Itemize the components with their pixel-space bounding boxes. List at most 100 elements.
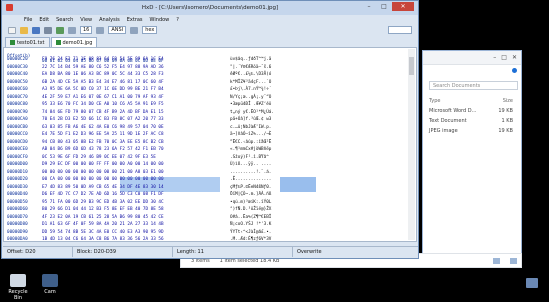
- row-hex-bytes[interactable]: 74 84 6E FD 79 80 07 CB 4F B9 2A 4D BF D…: [42, 110, 164, 115]
- row-hex-bytes[interactable]: 00 CA 00 00 00 00 00 00 00 00 00 00 00 0…: [42, 177, 164, 182]
- row-hex-bytes[interactable]: D9 29 EC DF 00 00 00 FF FF 00 00 A0 00 1…: [42, 162, 164, 167]
- row-hex-bytes[interactable]: 4F 23 E2 0A 19 CB 61 25 28 5A B6 99 80 4…: [42, 215, 164, 220]
- maximize-icon[interactable]: □: [501, 54, 507, 61]
- row-hex-bytes[interactable]: 00 00 00 00 00 00 00 00 00 00 21 00 A8 0…: [42, 170, 164, 175]
- row-hex-bytes[interactable]: 0C 53 9E 6F FD 29 46 B9 0C EE 07 42 9F E…: [42, 155, 156, 160]
- explorer-titlebar: – □ ✕: [423, 51, 521, 65]
- row-text[interactable]: t„ný y€.ËO¹*M¿Úá.: [230, 110, 274, 115]
- offset-base-select[interactable]: hex: [142, 26, 158, 34]
- row-hex-bytes[interactable]: 63 03 85 FB A6 4E 62 4A E0 C6 98 49 57 0…: [42, 125, 164, 130]
- row-text[interactable]: Ñ¡coO.YŠJ !*'3.K: [230, 222, 271, 227]
- vertical-scrollbar[interactable]: [408, 49, 415, 240]
- row-hex-bytes[interactable]: 95 71 FA 00 6D 29 B3 9C ED 4B 3A 02 EE D…: [42, 200, 164, 205]
- row-hex-bytes[interactable]: E4 7E 5D F1 E2 D3 96 EE 5A 25 11 9D 1E 2…: [42, 132, 164, 137]
- row-text[interactable]: ”Ë€C.‹âûp.:îåŒ²Ë: [230, 140, 271, 145]
- row-text[interactable]: °)fÑ.D.³õŽïë@}ŽX: [230, 207, 271, 212]
- menu-help[interactable]: ?: [176, 17, 179, 23]
- row-hex-bytes[interactable]: D1 A1 63 6F 4F 0F 59 8A 4A 20 21 2A 27 3…: [42, 222, 164, 227]
- search-documents-input[interactable]: Search Documents: [429, 81, 518, 90]
- details-view-icon[interactable]: [493, 257, 500, 264]
- row-hex-bytes[interactable]: 1B 4D 13 04 C6 64 3A C8 B6 7A 83 36 56 2…: [42, 237, 164, 241]
- charset-select[interactable]: ANSI: [108, 26, 127, 34]
- menu-window[interactable]: Window: [150, 17, 170, 23]
- menu-view[interactable]: View: [80, 17, 92, 23]
- row-hex-bytes[interactable]: 4E 2F 59 E7 A1 E6 07 0E 67 C1 A1 00 79 A…: [42, 95, 164, 100]
- row-text[interactable]: Ù)ìß...ÿÿ.. ....: [230, 162, 271, 167]
- disk-icon[interactable]: [44, 26, 52, 34]
- menu-analysis[interactable]: Analysis: [99, 17, 120, 23]
- row-text[interactable]: .Ê..............: [230, 177, 271, 182]
- row-hex-bytes[interactable]: F9 76 24 E2 71 1E 08 83 64 F0 54 5E 99 6…: [42, 57, 164, 62]
- row-text[interactable]: ä~]ñâÓ–îZ%.../¬È: [230, 132, 271, 137]
- tab-testo01[interactable]: testo01.txt: [5, 37, 50, 47]
- tab-label: demo01.jpg: [62, 39, 93, 46]
- explorer-window[interactable]: – □ ✕ Search Documents Type Size Microso…: [422, 50, 522, 268]
- row-text[interactable]: êØº€..£¼‰.\D3Å(ó: [230, 72, 271, 77]
- hex-editor[interactable]: Offset(h) 00 01 02 03 04 05 06 07 08 09 …: [3, 47, 417, 242]
- column-size[interactable]: Size: [503, 98, 513, 104]
- tiles-view-icon[interactable]: [510, 257, 517, 264]
- row-text[interactable]: •3æpü4ÐÎ .Æ¥Z‘éõ: [230, 102, 271, 107]
- row-text[interactable]: .M..Æd:È¶zƒ6V*3V: [230, 237, 271, 241]
- desktop-icon-recycle-bin[interactable]: Recycle Bin: [4, 274, 32, 301]
- bytes-per-row-select[interactable]: 16: [80, 26, 93, 34]
- close-button[interactable]: ✕: [392, 2, 414, 11]
- row-hex-bytes[interactable]: 94 CB 80 43 05 8B E2 FB 70 0C 3A EE E5 8…: [42, 140, 164, 145]
- row-hex-bytes[interactable]: EA D8 BA 80 1E 06 A3 BC 89 0C 5C 44 33 C…: [42, 72, 164, 77]
- menu-extras[interactable]: Extras: [127, 17, 143, 23]
- row-hex-bytes[interactable]: A3 95 DE 6A 5C 0D C0 37 1C 6E DD 99 BE 2…: [42, 87, 164, 92]
- save-icon[interactable]: [32, 26, 40, 34]
- row-offset: 00000D80: [7, 222, 28, 227]
- row-hex-bytes[interactable]: 6B 2A 4D CE 5A A5 B3 E4 34 E7 46 81 17 0…: [42, 80, 164, 85]
- row-hex-bytes[interactable]: DD 59 54 74 8B 5E 3C 4A E0 CC 40 E3 A3 9…: [42, 230, 164, 235]
- column-type[interactable]: Type: [429, 98, 440, 104]
- help-icon[interactable]: [512, 67, 517, 73]
- row-offset: 00000C70: [7, 94, 28, 100]
- file-row[interactable]: JPEG image 19 KB: [423, 124, 521, 134]
- row-text[interactable]: O#â..Ëa%(Z¶™€EBÎ: [230, 215, 271, 220]
- row-text[interactable]: N/Yç¡æ..gÁ¡.y¯“O: [230, 95, 271, 100]
- tab-demo01[interactable]: demo01.jpg: [50, 37, 98, 47]
- minimize-button[interactable]: –: [362, 2, 376, 11]
- row-text[interactable]: •qú.m)³œíK:.îÝ0L: [230, 200, 271, 205]
- row-hex-bytes[interactable]: 22 7C 14 B4 59 AE 80 C6 52 F5 E4 97 88 9…: [42, 65, 164, 70]
- row-text[interactable]: c.…û¦NbJàÆ˜IW.p.: [230, 125, 271, 130]
- row-text[interactable]: ÝYTt‹^<JàÌ@ã£.•.: [230, 230, 271, 235]
- menu-search[interactable]: Search: [56, 17, 73, 23]
- row-hex-bytes[interactable]: AB 04 B6 B9 6D 6D 43 78 23 6A F2 57 42 F…: [42, 147, 164, 152]
- desktop-icon-cam[interactable]: Cam: [36, 274, 64, 295]
- row-text[interactable]: k*MÎZ¥³ä4çF...`O: [230, 80, 271, 85]
- open-folder-icon[interactable]: [20, 26, 28, 34]
- row-offset: 00000CD0: [7, 139, 28, 145]
- maximize-button[interactable]: □: [377, 2, 391, 11]
- row-text[interactable]: pä+Óâ]f.³ûŒ.¢ w3: [230, 117, 271, 122]
- new-file-icon[interactable]: [8, 26, 16, 34]
- menu-edit[interactable]: Edit: [39, 17, 49, 23]
- hxd-window[interactable]: HxD - [C:\Users\Isomero\Documents\demo01…: [1, 0, 419, 259]
- row-hex-bytes[interactable]: E7 4D 83 89 50 0D A9 CB 65 4E 34 DF 4E 8…: [42, 185, 164, 190]
- row-text[interactable]: «.¶¹mmCx#jòWBñëp: [230, 147, 271, 152]
- row-offset: 00000C80: [7, 102, 28, 107]
- file-row[interactable]: Microsoft Word D... 19 KB: [423, 104, 521, 114]
- row-text[interactable]: "|.´Y®€ÆRõä—ˆš.6: [230, 65, 271, 70]
- close-icon[interactable]: ✕: [512, 54, 517, 61]
- taskbar-app-icon[interactable]: [526, 278, 538, 288]
- row-hex-bytes[interactable]: 70 E4 2B D3 E2 5D 66 1C B3 FB 8C 07 A2 2…: [42, 117, 164, 122]
- file-row[interactable]: Text Document 1 KB: [423, 114, 521, 124]
- ram-icon[interactable]: [56, 26, 64, 34]
- row-offset: 00000D20: [7, 177, 28, 182]
- menu-file[interactable]: File: [24, 17, 32, 23]
- row-text[interactable]: çMƒ‰P.©ËeN4ßNƒ0.: [230, 185, 271, 190]
- row-hex-bytes[interactable]: B0 29 66 D1 04 44 12 B3 F5 8E EF EB 40 7…: [42, 207, 164, 212]
- tab-strip: testo01.txt demo01.jpg: [2, 36, 418, 47]
- language-select[interactable]: [388, 26, 412, 34]
- row-hex-bytes[interactable]: D6 EF 4D 7C C7 D2 7E AD 6D 16 5D C3 C0 0…: [42, 192, 164, 197]
- row-text[interactable]: £•Þj\.À7.nÝ™¾!÷´: [230, 87, 271, 92]
- minimize-icon[interactable]: –: [493, 54, 496, 61]
- row-text[interactable]: .Sžoý)F¹.î.BŸã^: [230, 155, 269, 160]
- row-text[interactable]: ÖïM|ÇÒ~.m.]ÃÀ.ñß: [230, 192, 271, 197]
- row-text[interactable]: ùv$âq..ƒdðT^™j.ä: [230, 57, 271, 62]
- scrollbar-thumb[interactable]: [409, 57, 414, 75]
- row-text[interactable]: ..........!.¨.á.: [230, 170, 271, 175]
- row-hex-bytes[interactable]: 95 33 E6 70 FC 34 D0 CE A0 10 C6 A5 5A 9…: [42, 102, 164, 107]
